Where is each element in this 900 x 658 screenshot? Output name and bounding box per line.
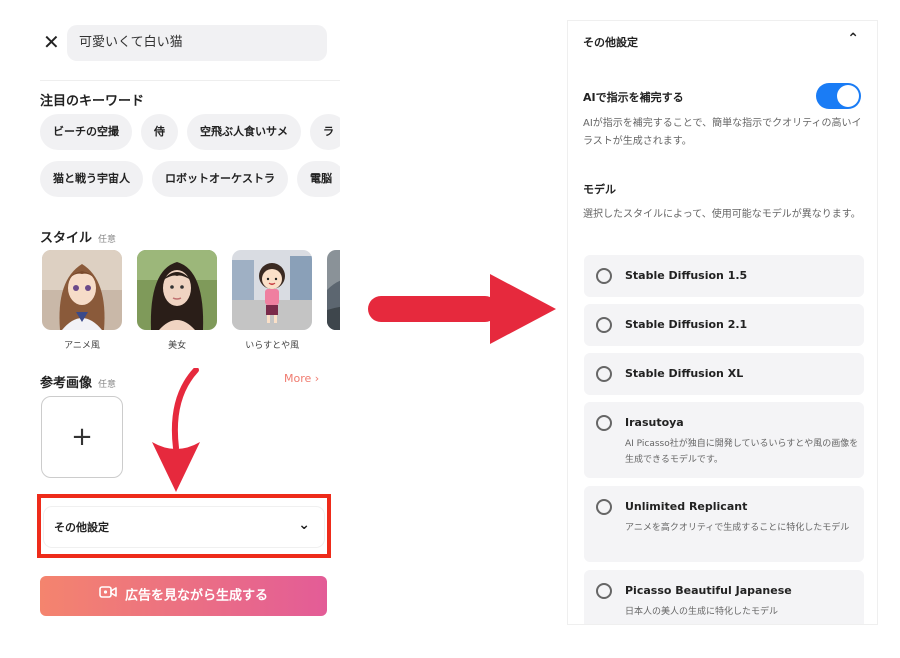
- model-option[interactable]: Picasso Beautiful Japanese 日本人の美人の生成に特化し…: [584, 570, 864, 624]
- keyword-chip[interactable]: 電脳: [297, 161, 340, 197]
- model-name: Stable Diffusion 2.1: [625, 318, 748, 331]
- model-description: アニメを高クオリティで生成することに特化したモデル: [625, 523, 850, 533]
- chevron-up-icon[interactable]: ⌃: [847, 31, 859, 47]
- ai-complete-description: AIが指示を補完することで、簡単な指示でクオリティの高いイラストが生成されます。: [583, 118, 862, 147]
- keyword-row-2: 猫と戦う宇宙人 ロボットオーケストラ 電脳: [40, 161, 340, 197]
- style-label: いらすとや風: [245, 341, 300, 351]
- right-arrow-icon: [368, 274, 556, 344]
- style-card-beauty[interactable]: 美女: [137, 250, 218, 351]
- highlight-frame: [37, 494, 331, 558]
- ai-complete-label: AIで指示を補完する: [583, 91, 684, 104]
- add-reference-image-button[interactable]: +: [41, 396, 123, 478]
- model-name: Unlimited Replicant: [625, 500, 748, 513]
- model-description: AI Picasso社が独自に開発しているいらすとや風の画像を生成できるモデルで…: [625, 439, 859, 465]
- style-title-label: スタイル: [40, 231, 93, 246]
- model-title: モデル: [583, 183, 616, 196]
- model-name: Irasutoya: [625, 416, 684, 429]
- model-name: Stable Diffusion 1.5: [625, 269, 748, 282]
- style-thumb-anime: [42, 250, 122, 330]
- video-camera-icon: [99, 576, 117, 616]
- generate-with-ad-button[interactable]: 広告を見ながら生成する: [40, 576, 327, 616]
- panel-header: その他設定: [583, 36, 638, 49]
- style-card-irasutoya[interactable]: いらすとや風: [232, 250, 313, 351]
- style-card-anime[interactable]: アニメ風: [42, 250, 122, 351]
- plus-icon: +: [71, 422, 93, 452]
- style-thumb-irasutoya: [232, 250, 313, 330]
- style-optional-tag: 任意: [98, 235, 117, 245]
- style-title: スタイル 任意: [40, 227, 116, 246]
- model-option[interactable]: Unlimited Replicant アニメを高クオリティで生成することに特化…: [584, 486, 864, 562]
- radio-button[interactable]: [596, 317, 612, 333]
- keyword-chip[interactable]: 猫と戦う宇宙人: [40, 161, 143, 197]
- style-label: 美女: [168, 341, 187, 351]
- close-icon[interactable]: ✕: [43, 32, 60, 52]
- model-description: 日本人の美人の生成に特化したモデル: [625, 607, 779, 617]
- model-option[interactable]: Stable Diffusion 2.1: [584, 304, 864, 346]
- style-thumb-fantasy: [327, 250, 340, 330]
- keyword-chip[interactable]: 空飛ぶ人食いサメ: [187, 114, 301, 150]
- radio-button[interactable]: [596, 415, 612, 431]
- style-thumb-beauty: [137, 250, 218, 330]
- model-option[interactable]: Stable Diffusion 1.5: [584, 255, 864, 297]
- divider: [40, 80, 340, 81]
- model-name: Stable Diffusion XL: [625, 367, 744, 380]
- keyword-chip[interactable]: ロボットオーケストラ: [152, 161, 288, 197]
- style-card-fantasy[interactable]: ファ: [327, 250, 340, 351]
- left-panel: ✕ 可愛いくて白い猫 注目のキーワード ビーチの空撮侍空飛ぶ人食いサメラ 猫と戦…: [40, 0, 340, 658]
- reference-optional-tag: 任意: [98, 380, 117, 390]
- keyword-row-1: ビーチの空撮侍空飛ぶ人食いサメラ: [40, 114, 340, 150]
- keyword-chip[interactable]: ビーチの空撮: [40, 114, 132, 150]
- down-arrow-icon: [152, 368, 200, 492]
- toggle-knob: [837, 85, 859, 107]
- style-label: アニメ風: [64, 341, 100, 351]
- chevron-right-icon: ›: [314, 372, 320, 385]
- ai-complete-toggle[interactable]: [816, 83, 861, 109]
- model-option[interactable]: Irasutoya AI Picasso社が独自に開発しているいらすとや風の画像…: [584, 402, 864, 478]
- more-label: More: [284, 372, 312, 385]
- reference-title-label: 参考画像: [40, 376, 93, 391]
- style-label: ファ: [327, 338, 340, 351]
- more-link[interactable]: More ›: [284, 372, 319, 385]
- style-list: アニメ風 美女 いらすとや風: [42, 250, 340, 360]
- generate-label: 広告を見ながら生成する: [124, 588, 268, 604]
- radio-button[interactable]: [596, 583, 612, 599]
- radio-button[interactable]: [596, 268, 612, 284]
- keyword-chip[interactable]: 侍: [141, 114, 178, 150]
- other-settings-panel: その他設定 ⌃ AIで指示を補完する AIが指示を補完することで、簡単な指示でク…: [567, 20, 878, 625]
- model-option[interactable]: Stable Diffusion XL: [584, 353, 864, 395]
- model-name: Picasso Beautiful Japanese: [625, 584, 792, 597]
- radio-button[interactable]: [596, 499, 612, 515]
- radio-button[interactable]: [596, 366, 612, 382]
- reference-title: 参考画像 任意: [40, 372, 116, 391]
- model-description: 選択したスタイルによって、使用可能なモデルが異なります。: [583, 209, 861, 220]
- keyword-chip[interactable]: ラ: [310, 114, 340, 150]
- keywords-title: 注目のキーワード: [40, 94, 145, 109]
- search-input[interactable]: 可愛いくて白い猫: [67, 25, 327, 61]
